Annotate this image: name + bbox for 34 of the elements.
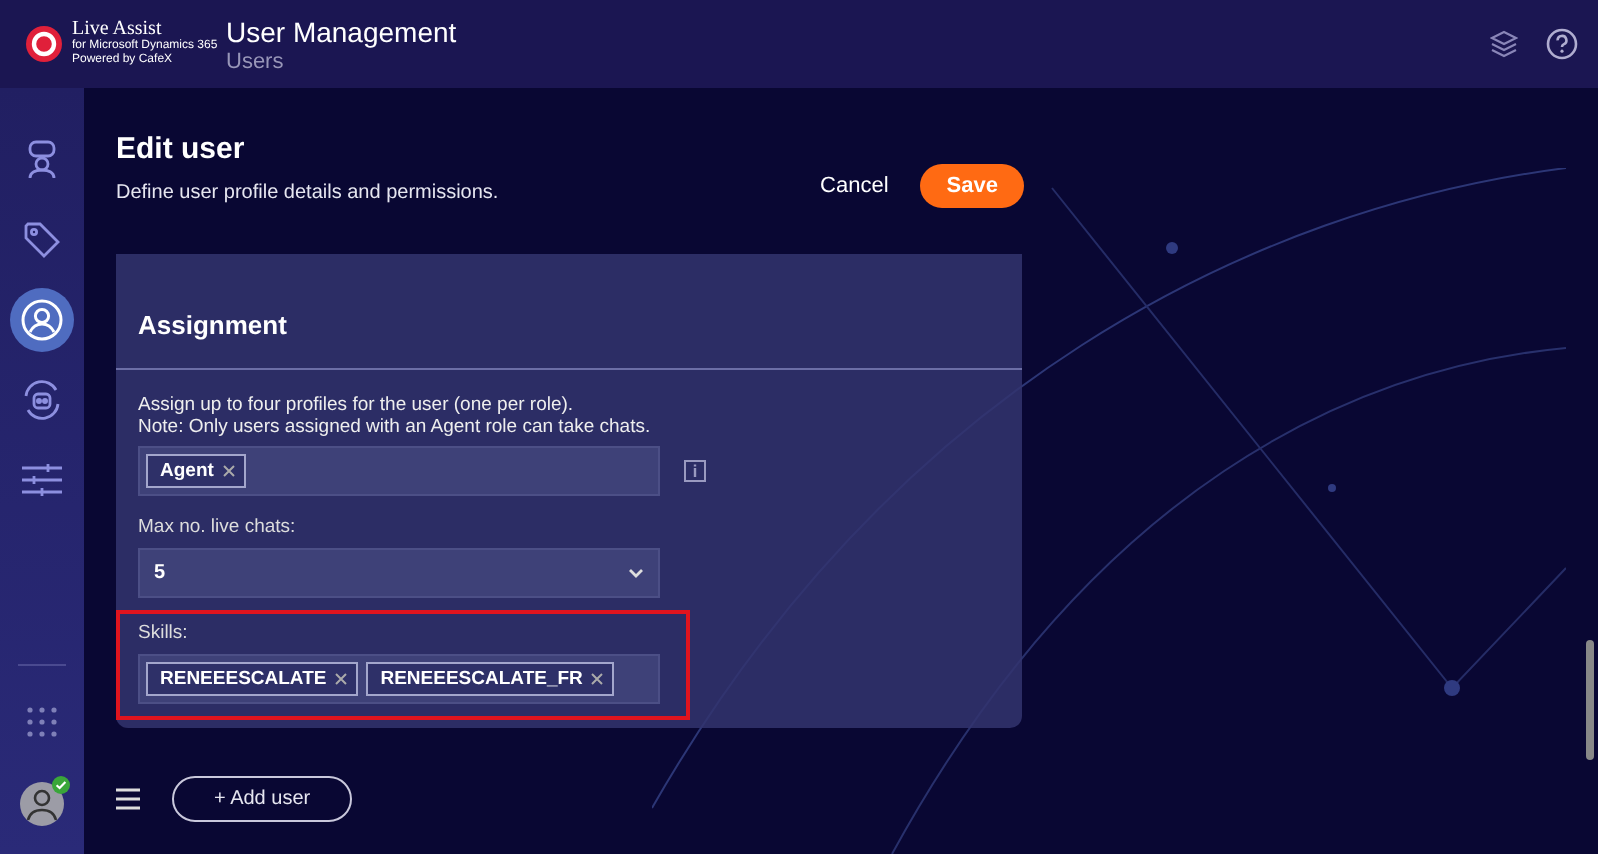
user-nav-item[interactable] bbox=[10, 288, 74, 352]
max-chats-label: Max no. live chats: bbox=[136, 514, 298, 542]
max-chats-select[interactable]: 5 bbox=[138, 548, 660, 598]
skill-tag[interactable]: RENEEESCALATE bbox=[146, 662, 359, 696]
info-icon[interactable] bbox=[684, 460, 706, 482]
skills-field[interactable]: RENEEESCALATE RENEEESCALATE_FR bbox=[138, 654, 660, 704]
menu-icon[interactable] bbox=[116, 788, 140, 810]
remove-icon[interactable] bbox=[334, 672, 349, 686]
remove-icon[interactable] bbox=[221, 464, 236, 478]
logo-name: Live Assist bbox=[72, 20, 162, 40]
cancel-button[interactable]: Cancel bbox=[812, 166, 897, 206]
apps-grid-icon[interactable] bbox=[26, 706, 58, 738]
page-title: Edit user bbox=[116, 132, 247, 166]
remove-icon[interactable] bbox=[590, 672, 605, 686]
roles-field[interactable]: Agent bbox=[138, 446, 660, 496]
skill-tag[interactable]: RENEEESCALATE_FR bbox=[366, 662, 615, 696]
help-icon[interactable] bbox=[1546, 28, 1578, 60]
sliders-icon bbox=[20, 462, 64, 498]
help-text: Assign up to four profiles for the user (one per role). Note: Only users assigned with an Agent role can take chats. bbox=[136, 394, 653, 438]
app-title: User Management bbox=[226, 15, 459, 49]
chevron-down-icon bbox=[628, 567, 644, 579]
logo-icon bbox=[24, 24, 64, 64]
chat-user-icon bbox=[24, 140, 60, 180]
user-avatar[interactable] bbox=[20, 782, 64, 826]
add-user-button[interactable]: + Add user bbox=[172, 776, 353, 822]
skills-label: Skills: bbox=[136, 620, 190, 648]
page-description: Define user profile details and permissions. bbox=[116, 182, 499, 204]
app-subtitle: Users bbox=[226, 49, 286, 73]
section-title: Assignment bbox=[116, 254, 1022, 370]
tag-icon bbox=[22, 220, 62, 260]
layers-icon[interactable] bbox=[1490, 30, 1518, 58]
bot-icon bbox=[20, 378, 64, 422]
user-icon bbox=[20, 298, 64, 342]
role-tag[interactable]: Agent bbox=[146, 454, 246, 488]
